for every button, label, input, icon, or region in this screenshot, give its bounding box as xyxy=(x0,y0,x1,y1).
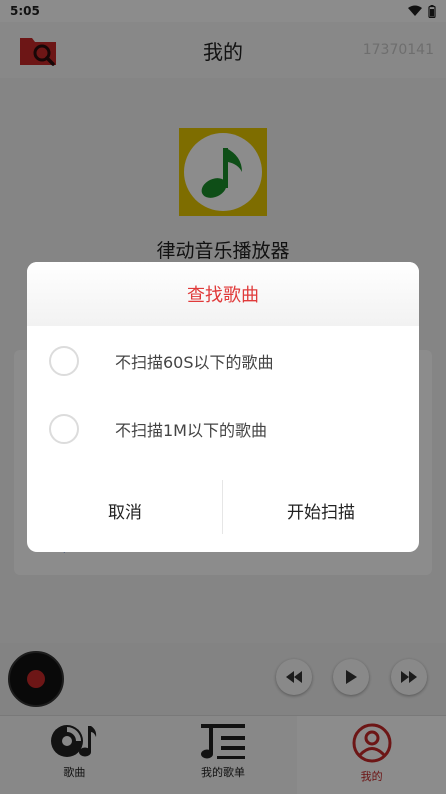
option-skip-1m[interactable]: 不扫描1M以下的歌曲 xyxy=(27,399,419,459)
dialog-title: 查找歌曲 xyxy=(187,285,259,306)
button-divider xyxy=(222,480,223,534)
radio-button[interactable] xyxy=(49,346,79,376)
option-skip-60s[interactable]: 不扫描60S以下的歌曲 xyxy=(27,331,419,391)
dialog-actions: 取消 开始扫描 xyxy=(27,480,419,540)
scan-dialog: 查找歌曲 不扫描60S以下的歌曲 不扫描1M以下的歌曲 取消 开始扫描 xyxy=(27,262,419,552)
option-label: 不扫描1M以下的歌曲 xyxy=(115,421,267,440)
start-scan-button[interactable]: 开始扫描 xyxy=(223,480,419,540)
option-label: 不扫描60S以下的歌曲 xyxy=(115,353,274,372)
radio-button[interactable] xyxy=(49,414,79,444)
dialog-header: 查找歌曲 xyxy=(27,262,419,326)
cancel-button[interactable]: 取消 xyxy=(27,480,223,540)
